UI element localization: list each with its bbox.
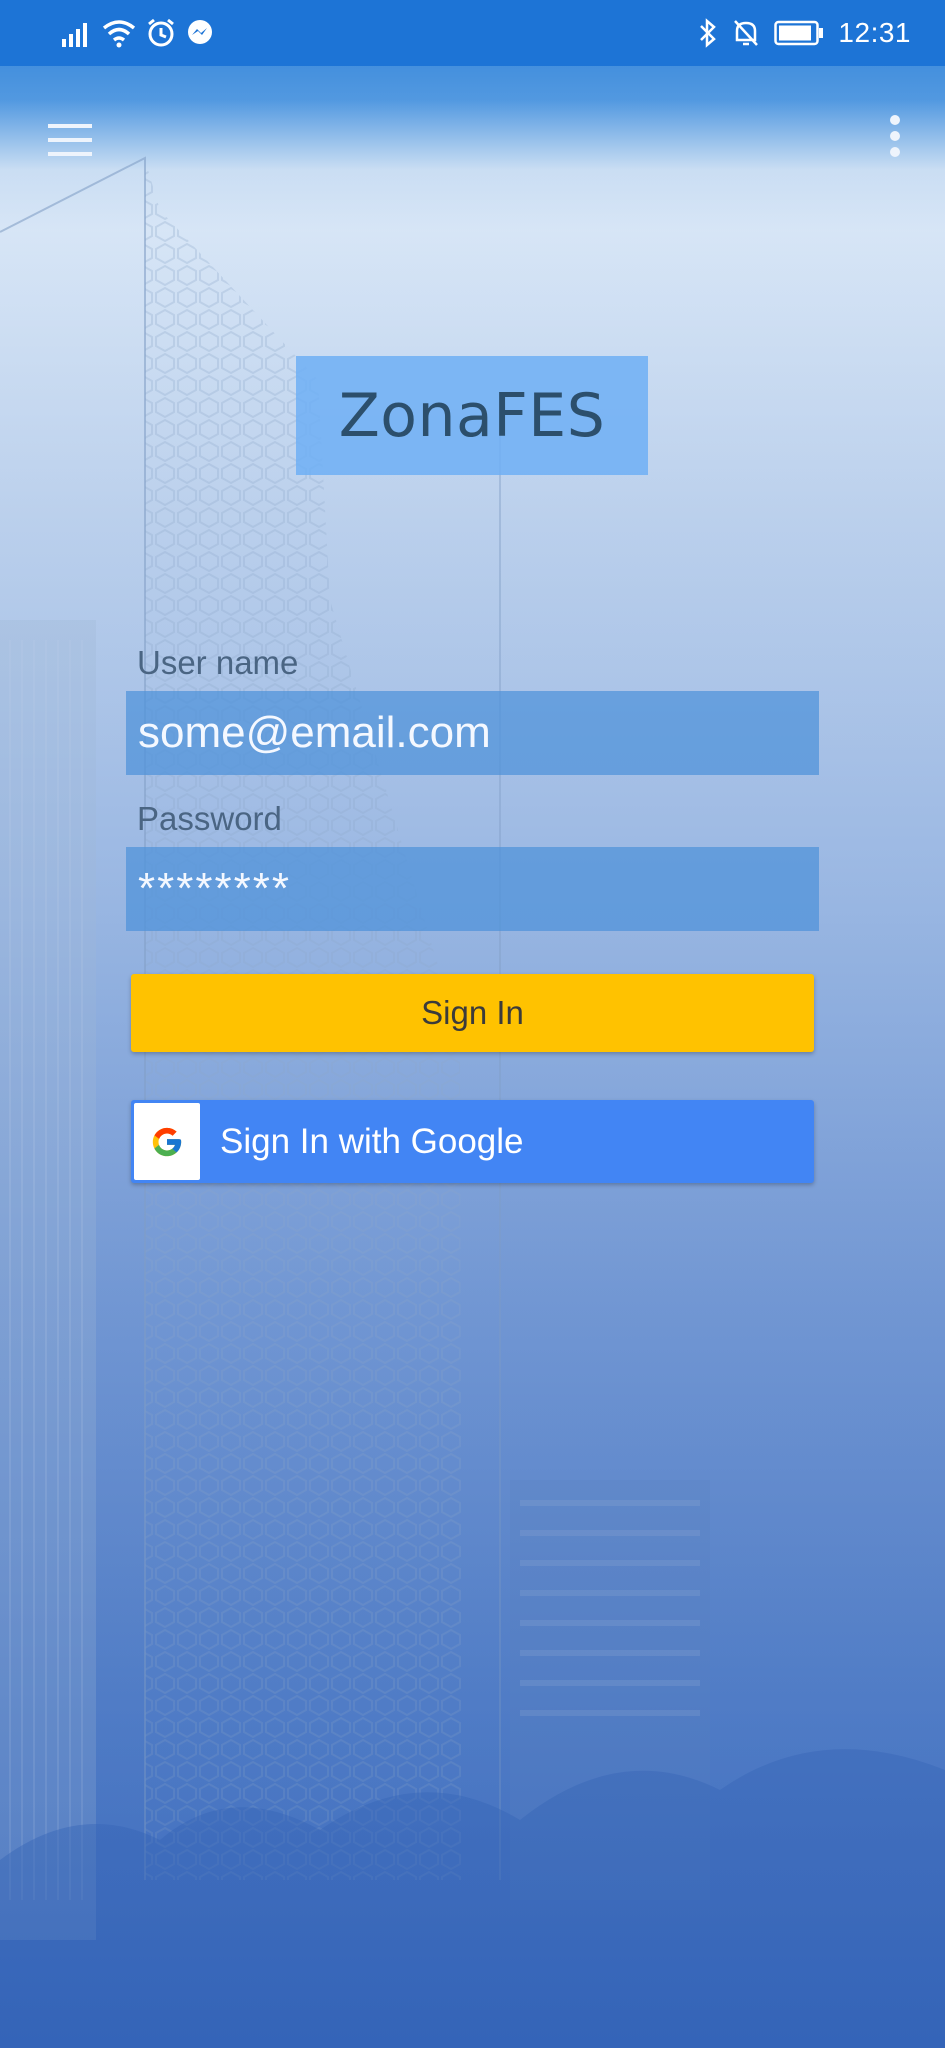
status-right-icons: 12:31 [698,14,911,52]
google-logo-icon [152,1127,182,1156]
more-options-button[interactable] [875,112,915,166]
battery-icon [774,20,824,46]
more-vert-icon [890,115,900,157]
google-sign-in-button[interactable]: Sign In with Google [131,1100,814,1183]
wifi-icon [102,20,136,48]
sign-in-button[interactable]: Sign In [131,974,814,1052]
hamburger-menu-icon [48,124,92,156]
google-logo-box [134,1103,200,1180]
app-logo-text: ZonaFES [338,380,606,451]
app-logo: ZonaFES [296,356,648,475]
app-toolbar [0,66,945,212]
password-input[interactable] [126,847,819,931]
username-input[interactable] [126,691,819,775]
messenger-icon [188,20,212,44]
status-time: 12:31 [838,17,911,48]
notifications-off-icon [734,20,759,46]
username-label: User name [137,644,299,681]
alarm-icon [148,18,174,47]
signal-icon [62,23,87,47]
status-bar: 12:31 [0,0,945,66]
status-left-icons [62,14,214,52]
password-label: Password [137,800,282,837]
google-sign-in-label: Sign In with Google [220,1121,524,1161]
login-screen: 12:31 ZonaFES User name Password Sign In [0,0,945,2048]
menu-button[interactable] [40,116,106,162]
bluetooth-icon [700,18,717,48]
